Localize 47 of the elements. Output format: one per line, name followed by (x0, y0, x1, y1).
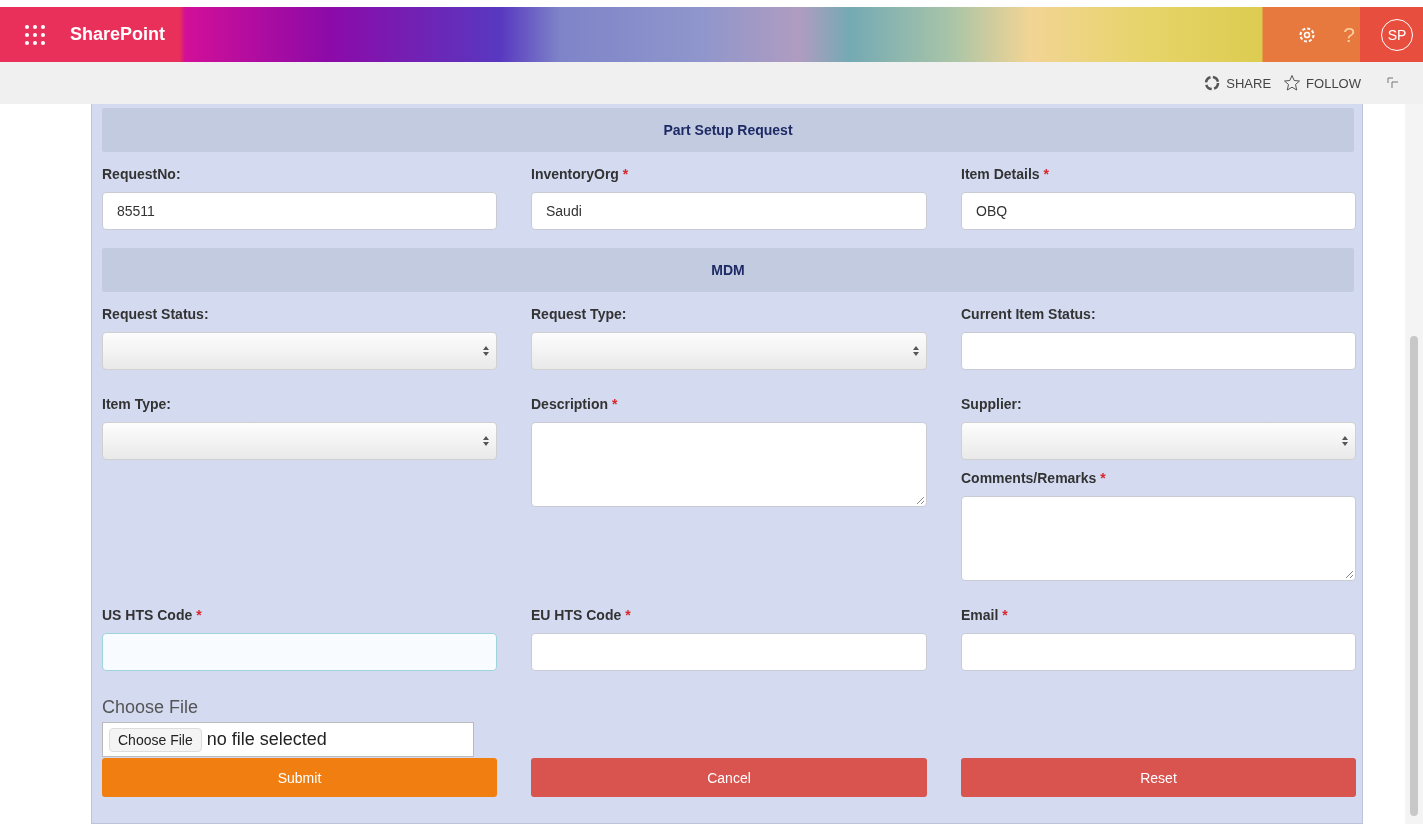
file-status: no file selected (206, 729, 327, 750)
select-dropdown[interactable] (961, 422, 1356, 460)
choose-file-button[interactable]: Choose File (109, 727, 202, 752)
field-label: Request Type: (531, 306, 628, 324)
share-icon (1203, 74, 1222, 92)
field-label: US HTS Code * (102, 607, 203, 625)
field-label: EU HTS Code * (531, 607, 632, 625)
select-arrows-icon (1341, 435, 1349, 447)
section-header: Part Setup Request (102, 108, 1354, 152)
section-header: MDM (102, 248, 1354, 292)
text-field[interactable]: 85511 (102, 192, 497, 230)
star-icon (1283, 74, 1302, 92)
action-button[interactable]: Cancel (531, 758, 927, 797)
select-arrows-icon (482, 345, 490, 357)
text-area[interactable] (961, 496, 1356, 581)
select-dropdown[interactable] (102, 422, 497, 460)
file-input[interactable]: Choose File no file selected (102, 722, 474, 757)
text-area[interactable] (531, 422, 927, 507)
app-name[interactable]: SharePoint (70, 24, 166, 45)
field-label: Current Item Status: (961, 306, 1097, 324)
select-arrows-icon (482, 435, 490, 447)
field-label: Comments/Remarks * (961, 470, 1107, 488)
share-link[interactable]: SHARE (1203, 74, 1272, 92)
field-label: Item Type: (102, 396, 172, 414)
text-field[interactable]: Saudi (531, 192, 927, 230)
field-label: Description * (531, 396, 619, 414)
field-label: Item Details * (961, 166, 1050, 184)
select-arrows-icon (912, 345, 920, 357)
select-dropdown[interactable] (531, 332, 927, 370)
follow-link[interactable]: FOLLOW (1283, 74, 1361, 92)
action-button[interactable]: Reset (961, 758, 1356, 797)
focus-mode-icon[interactable] (1387, 77, 1399, 89)
text-field[interactable] (961, 332, 1356, 370)
field-label: Email * (961, 607, 1009, 625)
field-label: Request Status: (102, 306, 210, 324)
text-field[interactable]: OBQ (961, 192, 1356, 230)
field-label: Supplier: (961, 396, 1023, 414)
field-label: RequestNo: (102, 166, 182, 184)
text-field[interactable] (531, 633, 927, 671)
field-label: InventoryOrg * (531, 166, 630, 184)
scrollbar[interactable] (1405, 104, 1423, 824)
text-field[interactable] (961, 633, 1356, 671)
file-label: Choose File (102, 697, 200, 718)
resize-grip-icon (1345, 570, 1353, 578)
text-field[interactable] (102, 633, 497, 671)
resize-grip-icon (916, 496, 924, 504)
select-dropdown[interactable] (102, 332, 497, 370)
